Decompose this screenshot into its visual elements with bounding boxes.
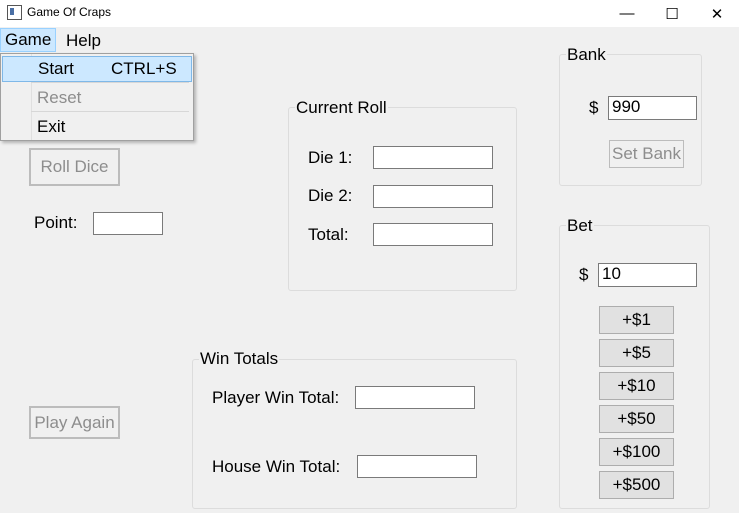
bet-currency-label: $ [579, 265, 589, 284]
roll-dice-button[interactable]: Roll Dice [29, 148, 120, 186]
menu-item-start-label: Start [38, 59, 74, 78]
die2-label: Die 2: [308, 186, 353, 205]
menu-item-exit[interactable]: Exit [2, 113, 190, 140]
game-menu-dropdown: Start CTRL+S Reset Exit [0, 53, 194, 141]
bank-currency-label: $ [589, 98, 599, 117]
play-again-button[interactable]: Play Again [29, 406, 120, 439]
window-title: Game Of Craps [27, 5, 112, 19]
close-button[interactable]: ✕ [694, 0, 739, 27]
minimize-button[interactable]: — [604, 0, 650, 27]
player-win-total-field[interactable] [355, 386, 475, 409]
set-bank-button[interactable]: Set Bank [609, 140, 684, 168]
player-win-total-label: Player Win Total: [212, 388, 340, 407]
menu-item-start[interactable]: Start CTRL+S [2, 56, 192, 82]
bet-plus-1-button[interactable]: +$1 [599, 306, 674, 334]
menu-bar [0, 27, 739, 52]
point-label: Point: [34, 213, 78, 232]
die1-label: Die 1: [308, 148, 353, 167]
bet-plus-50-button[interactable]: +$50 [599, 405, 674, 433]
maximize-button[interactable]: ☐ [649, 0, 695, 27]
menu-item-start-shortcut: CTRL+S [111, 59, 177, 78]
app-icon [7, 5, 22, 20]
menu-item-exit-label: Exit [37, 117, 66, 136]
menu-item-reset[interactable]: Reset [2, 84, 190, 111]
bet-plus-500-button[interactable]: +$500 [599, 471, 674, 499]
die1-field[interactable] [373, 146, 493, 169]
total-label: Total: [308, 225, 349, 244]
win-totals-group [192, 359, 517, 509]
menu-help[interactable]: Help [62, 29, 105, 53]
menu-game[interactable]: Game [0, 28, 57, 52]
bet-amount-field[interactable]: 10 [598, 263, 697, 287]
menu-divider [31, 111, 189, 112]
menu-item-reset-label: Reset [37, 88, 82, 107]
bet-plus-10-button[interactable]: +$10 [599, 372, 674, 400]
total-field[interactable] [373, 223, 493, 246]
menu-divider [31, 82, 189, 83]
bank-amount-field[interactable]: 990 [608, 96, 697, 120]
bank-title: Bank [566, 45, 607, 65]
bet-plus-100-button[interactable]: +$100 [599, 438, 674, 466]
current-roll-title: Current Roll [295, 98, 388, 118]
house-win-total-label: House Win Total: [212, 457, 341, 476]
win-totals-title: Win Totals [199, 349, 280, 369]
die2-field[interactable] [373, 185, 493, 208]
bet-title: Bet [566, 216, 594, 236]
point-field[interactable] [93, 212, 163, 235]
house-win-total-field[interactable] [357, 455, 477, 478]
bet-plus-5-button[interactable]: +$5 [599, 339, 674, 367]
